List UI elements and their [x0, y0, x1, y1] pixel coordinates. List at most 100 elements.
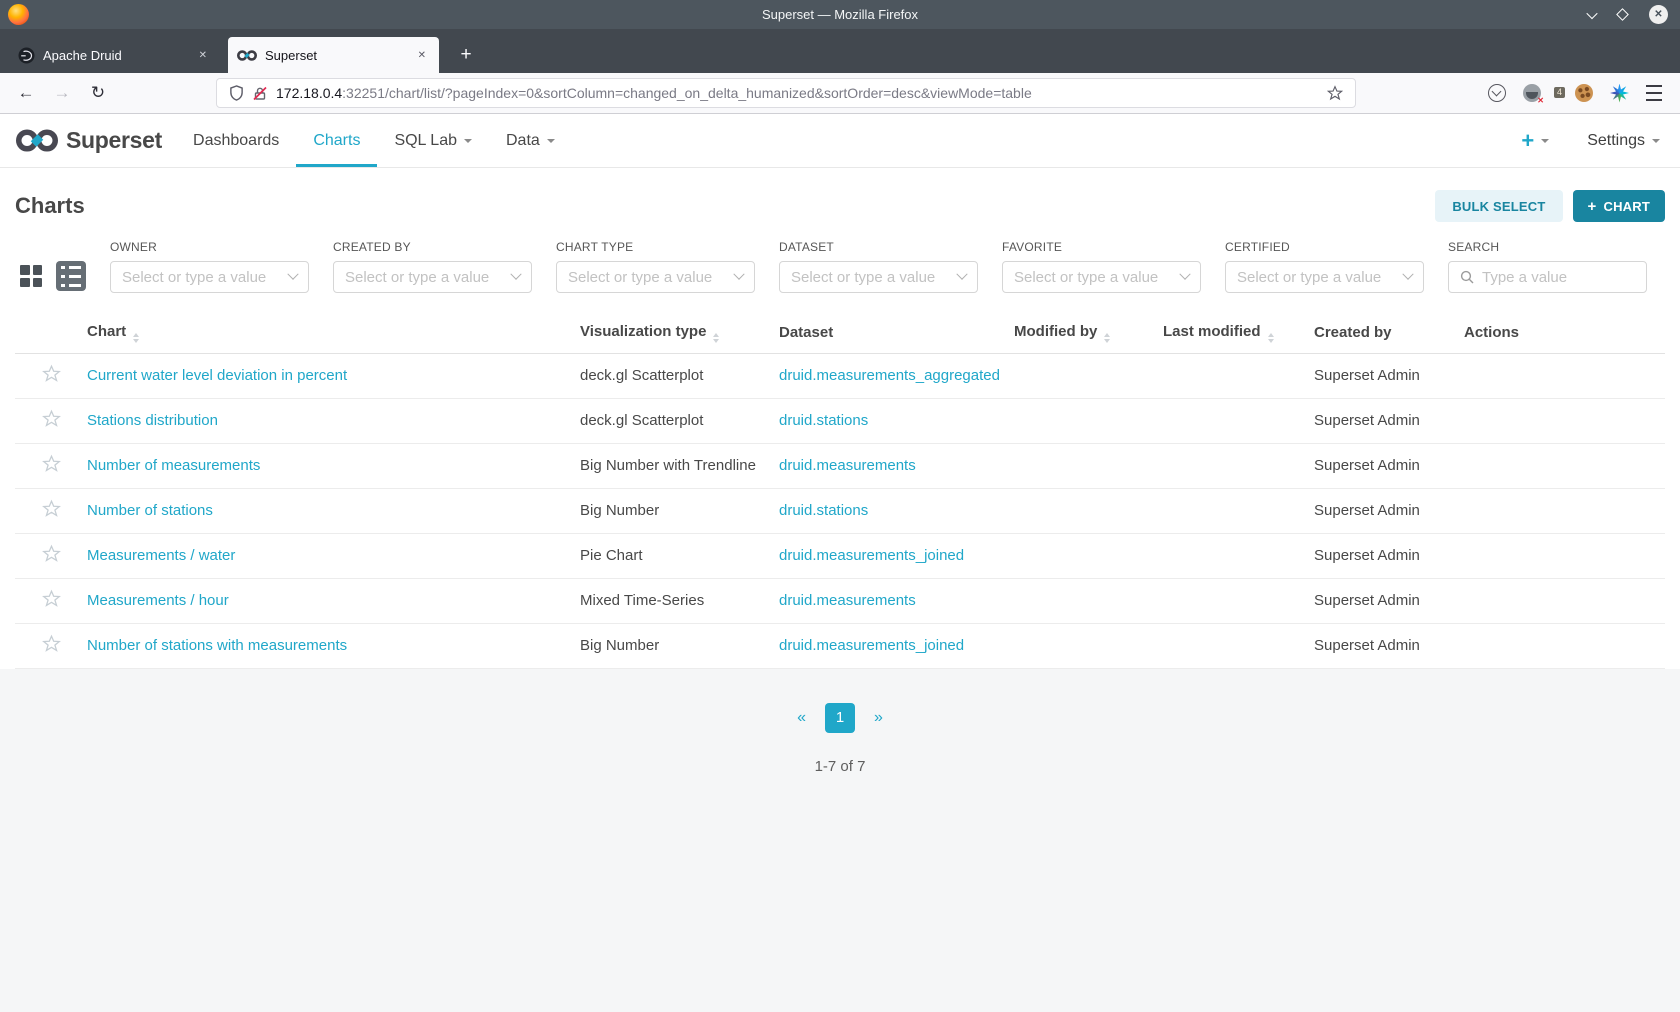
add-chart-button[interactable]: + CHART: [1572, 190, 1665, 222]
navbar-item[interactable]: SQL Lab: [377, 114, 489, 167]
dataset-link[interactable]: druid.measurements_joined: [779, 547, 964, 564]
druid-favicon-icon: [18, 47, 35, 64]
chart-link[interactable]: Stations distribution: [87, 412, 218, 429]
sparkle-extension-icon[interactable]: [1610, 83, 1629, 103]
dataset-link[interactable]: druid.stations: [779, 502, 868, 519]
add-new-button[interactable]: +: [1521, 129, 1550, 152]
broken-lock-icon[interactable]: [253, 86, 267, 101]
navbar-item[interactable]: Dashboards: [176, 114, 296, 167]
page-title: Charts: [15, 193, 85, 218]
pagination-page-1[interactable]: 1: [825, 702, 855, 733]
window-title: Superset — Mozilla Firefox: [761, 7, 919, 22]
tab-close-icon[interactable]: ✕: [195, 48, 211, 63]
favorite-star-icon[interactable]: [41, 454, 61, 473]
dataset-link[interactable]: druid.measurements: [779, 457, 916, 474]
settings-label: Settings: [1587, 131, 1645, 149]
column-header[interactable]: Visualization type: [580, 313, 779, 354]
chart-link[interactable]: Measurements / hour: [87, 592, 229, 609]
filter-select-box[interactable]: Select or type a value: [779, 261, 978, 293]
menu-hamburger-icon[interactable]: [1646, 85, 1662, 101]
viz-type-cell: deck.gl Scatterplot: [580, 353, 779, 399]
modified-by-cell: [1014, 533, 1163, 579]
chart-link[interactable]: Number of stations with measurements: [87, 637, 347, 654]
chart-link[interactable]: Current water level deviation in percent: [87, 367, 347, 384]
sort-icon[interactable]: [133, 333, 140, 344]
browser-tab-apache-druid[interactable]: Apache Druid ✕: [9, 37, 220, 73]
filter-select-box[interactable]: Select or type a value: [1002, 261, 1201, 293]
dataset-link[interactable]: druid.measurements_joined: [779, 637, 964, 654]
superset-favicon-icon: [237, 49, 257, 62]
column-header[interactable]: Actions: [1464, 313, 1665, 354]
shield-icon[interactable]: [229, 85, 244, 101]
favorite-star-icon[interactable]: [41, 589, 61, 608]
browser-toolbar: ← → ↻ 172.18.0.4:32251/chart/list/?pageI…: [0, 73, 1680, 114]
sort-icon[interactable]: [713, 333, 720, 344]
column-header[interactable]: Dataset: [779, 313, 1014, 354]
pagination-next[interactable]: »: [874, 709, 883, 727]
column-header[interactable]: Created by: [1314, 313, 1464, 354]
column-header[interactable]: Modified by: [1014, 313, 1163, 354]
list-view-toggle-icon[interactable]: [56, 261, 86, 291]
table-row: Measurements / hour Mixed Time-Series dr…: [15, 578, 1665, 624]
filter-label: CHART TYPE: [556, 240, 634, 254]
cookie-extension-icon[interactable]: [1575, 84, 1593, 102]
last-modified-cell: [1163, 488, 1314, 534]
favorite-star-icon[interactable]: [41, 499, 61, 518]
chart-link[interactable]: Measurements / water: [87, 547, 235, 564]
settings-menu[interactable]: Settings: [1587, 132, 1660, 150]
navbar-item[interactable]: Data: [489, 114, 572, 167]
window-close-button[interactable]: ✕: [1649, 5, 1668, 24]
favorite-star-icon[interactable]: [41, 544, 61, 563]
filter-placeholder: Select or type a value: [791, 268, 936, 286]
pocket-extension-icon[interactable]: [1488, 84, 1506, 102]
card-view-toggle-icon[interactable]: [20, 265, 42, 287]
actions-cell: [1464, 578, 1665, 624]
dataset-link[interactable]: druid.measurements: [779, 592, 916, 609]
filter-select-box[interactable]: Select or type a value: [556, 261, 755, 293]
last-modified-cell: [1163, 443, 1314, 489]
table-row: Number of stations with measurements Big…: [15, 623, 1665, 669]
url-bar[interactable]: 172.18.0.4:32251/chart/list/?pageIndex=0…: [216, 78, 1356, 108]
chart-link[interactable]: Number of measurements: [87, 457, 260, 474]
window-maximize-button[interactable]: [1616, 8, 1629, 21]
favorite-star-icon[interactable]: [41, 364, 61, 383]
column-header[interactable]: Chart: [87, 313, 580, 354]
search-input[interactable]: [1482, 268, 1635, 286]
chevron-down-icon: [510, 268, 522, 280]
url-text[interactable]: 172.18.0.4:32251/chart/list/?pageIndex=0…: [276, 85, 1318, 101]
created-by-cell: Superset Admin: [1314, 623, 1464, 669]
pagination-prev[interactable]: «: [797, 709, 806, 727]
main-nav: Dashboards Charts SQL Lab Data: [176, 114, 572, 167]
filter-select: DATASET Select or type a value: [779, 240, 978, 293]
superset-brand[interactable]: Superset: [16, 114, 162, 167]
favorite-star-icon[interactable]: [41, 409, 61, 428]
sort-icon[interactable]: [1104, 333, 1111, 344]
containers-extension-icon[interactable]: [1523, 84, 1544, 105]
chevron-down-icon: [1541, 138, 1550, 143]
filter-label: DATASET: [779, 240, 834, 254]
filter-placeholder: Select or type a value: [1237, 268, 1382, 286]
chevron-down-icon: [733, 268, 745, 280]
browser-tab-superset[interactable]: Superset ✕: [228, 37, 439, 73]
back-button[interactable]: ←: [12, 83, 40, 103]
filter-select-box[interactable]: Select or type a value: [110, 261, 309, 293]
column-header[interactable]: Last modified: [1163, 313, 1314, 354]
forward-button[interactable]: →: [48, 83, 76, 103]
window-minimize-button[interactable]: [1586, 7, 1598, 19]
chevron-down-icon: [956, 268, 968, 280]
tab-close-icon[interactable]: ✕: [414, 48, 430, 63]
filter-select-box[interactable]: Select or type a value: [333, 261, 532, 293]
actions-cell: [1464, 623, 1665, 669]
bookmark-star-icon[interactable]: [1327, 85, 1343, 101]
favorite-star-icon[interactable]: [41, 634, 61, 653]
created-by-cell: Superset Admin: [1314, 443, 1464, 489]
sort-icon[interactable]: [1267, 333, 1274, 344]
dataset-link[interactable]: druid.measurements_aggregated: [779, 367, 1000, 384]
chart-link[interactable]: Number of stations: [87, 502, 213, 519]
navbar-item[interactable]: Charts: [296, 114, 377, 167]
bulk-select-button[interactable]: BULK SELECT: [1435, 190, 1563, 222]
dataset-link[interactable]: druid.stations: [779, 412, 868, 429]
filter-select-box[interactable]: Select or type a value: [1225, 261, 1424, 293]
reload-button[interactable]: ↻: [84, 83, 112, 103]
new-tab-button[interactable]: +: [451, 37, 481, 73]
